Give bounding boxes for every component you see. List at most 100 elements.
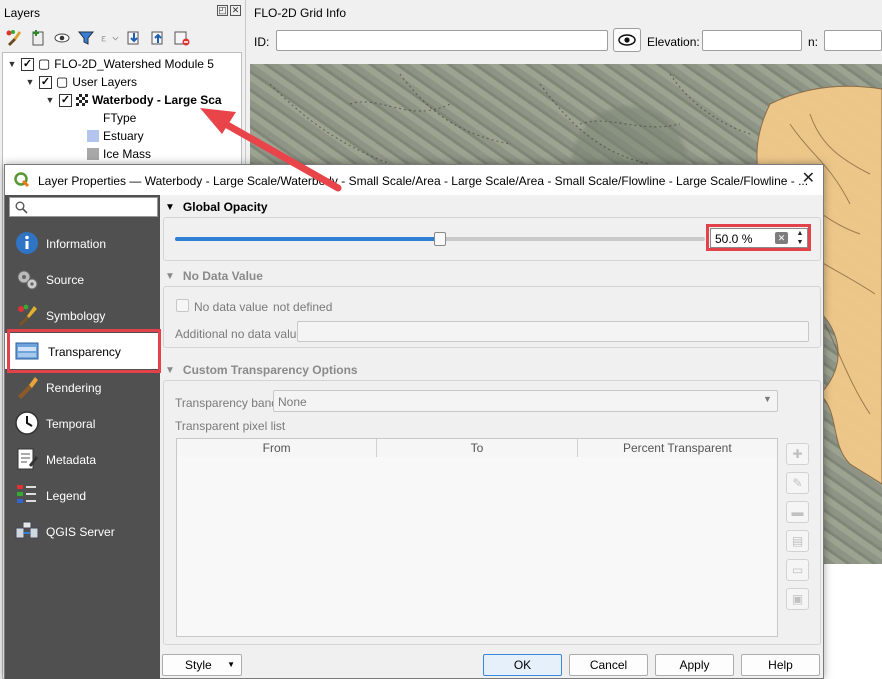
help-button[interactable]: Help	[741, 654, 820, 676]
opacity-spinbox[interactable]: 50.0 % ✕ ▲ ▼	[710, 228, 808, 248]
clear-icon[interactable]: ✕	[775, 232, 788, 244]
legend-item: Ice Mass	[87, 145, 151, 163]
collapse-arrow-icon[interactable]: ▼	[25, 77, 35, 87]
nav-item-qgis-server[interactable]: QGIS Server	[5, 513, 160, 549]
default-values-button[interactable]: ▤	[786, 530, 809, 552]
tree-node-label: Waterbody - Large Sca	[92, 93, 222, 107]
style-manager-icon[interactable]	[4, 28, 24, 48]
nav-item-metadata[interactable]: Metadata	[5, 441, 160, 477]
layer-checkbox[interactable]: ✓	[59, 93, 72, 107]
temporal-icon	[15, 411, 39, 435]
nav-item-legend[interactable]: Legend	[5, 477, 160, 513]
qgis-server-icon	[15, 521, 39, 539]
layer-checkbox[interactable]: ✓	[21, 57, 34, 71]
group-folder-icon: ▢	[38, 56, 51, 71]
ok-button[interactable]: OK	[483, 654, 562, 676]
manage-visibility-icon[interactable]	[52, 28, 72, 48]
transparency-band-value: None	[278, 395, 307, 409]
group-folder-icon: ▢	[56, 74, 69, 89]
custom-transparency-header[interactable]: ▼ Custom Transparency Options	[165, 363, 358, 377]
column-header-percent[interactable]: Percent Transparent	[578, 439, 777, 457]
source-icon	[17, 270, 38, 290]
no-data-checkbox-label: No data value	[194, 300, 269, 314]
global-opacity-header[interactable]: ▼ Global Opacity	[165, 200, 268, 214]
collapse-arrow-icon[interactable]: ▼	[45, 95, 55, 105]
legend-field-label: FType	[103, 111, 137, 125]
collapse-all-icon[interactable]	[148, 28, 168, 48]
transparency-icon	[15, 342, 39, 360]
close-panel-icon[interactable]: ✕	[230, 5, 241, 16]
import-file-button[interactable]: ▭	[786, 559, 809, 581]
nav-label: Temporal	[46, 417, 96, 431]
dialog-titlebar[interactable]: Layer Properties — Waterbody - Large Sca…	[5, 165, 823, 195]
id-field[interactable]	[276, 30, 608, 51]
legend-item: Estuary	[87, 127, 144, 145]
svg-text:ε: ε	[101, 34, 106, 45]
nav-label: Symbology	[46, 309, 106, 323]
slider-handle[interactable]	[434, 232, 446, 246]
no-data-header[interactable]: ▼ No Data Value	[165, 269, 263, 283]
section-title: Custom Transparency Options	[182, 363, 358, 377]
tree-node-label: FLO-2D_Watershed Module 5	[54, 57, 214, 71]
add-group-icon[interactable]	[28, 28, 48, 48]
tree-node-label: User Layers	[72, 75, 137, 89]
nav-label: Metadata	[46, 453, 97, 467]
nav-item-rendering[interactable]: Rendering	[5, 369, 160, 405]
nav-item-symbology[interactable]: Symbology	[5, 297, 160, 333]
close-icon[interactable]: ✕	[802, 171, 815, 187]
remove-layer-icon[interactable]	[172, 28, 192, 48]
pick-pixel-button[interactable]: ✎	[786, 472, 809, 494]
elevation-field[interactable]	[702, 30, 802, 51]
pixel-list-header: From To Percent Transparent	[176, 438, 778, 458]
transparency-band-select[interactable]: None ▼	[273, 390, 778, 412]
add-row-button[interactable]: ✚	[786, 443, 809, 465]
nav-label: Transparency	[48, 345, 121, 359]
no-data-checkbox[interactable]	[176, 299, 189, 312]
legend-swatch	[87, 148, 99, 160]
layer-checkbox[interactable]: ✓	[39, 75, 52, 89]
legend-icon	[17, 485, 36, 503]
n-field[interactable]	[824, 30, 882, 51]
slider-fill	[175, 237, 436, 241]
raster-layer-icon	[76, 94, 88, 106]
style-button[interactable]: Style ▼	[162, 654, 242, 676]
style-button-label: Style	[185, 658, 212, 672]
nav-item-transparency[interactable]: Transparency	[5, 333, 160, 369]
nav-item-source[interactable]: Source	[5, 261, 160, 297]
remove-row-button[interactable]: ▬	[786, 501, 809, 523]
tree-node-project[interactable]: ▼ ✓ ▢ FLO-2D_Watershed Module 5	[7, 55, 214, 73]
metadata-icon	[17, 448, 38, 470]
tree-node-waterbody[interactable]: ▼ ✓ Waterbody - Large Sca	[45, 91, 222, 109]
nav-item-temporal[interactable]: Temporal	[5, 405, 160, 441]
nav-label: Source	[46, 273, 85, 287]
eye-button[interactable]	[613, 28, 641, 52]
column-header-from[interactable]: From	[177, 439, 378, 457]
nav-label: QGIS Server	[46, 525, 115, 539]
pixel-list-table[interactable]	[176, 457, 778, 637]
grid-info-title: FLO-2D Grid Info	[254, 6, 347, 20]
collapse-arrow-icon: ▼	[165, 270, 175, 282]
nav-item-information[interactable]: Information	[5, 225, 160, 261]
n-label: n:	[808, 35, 819, 49]
additional-no-data-label: Additional no data value	[175, 327, 304, 341]
float-panel-icon[interactable]: ◰	[217, 5, 228, 16]
opacity-slider[interactable]	[175, 232, 705, 246]
elevation-label: Elevation:	[647, 35, 700, 49]
cancel-button[interactable]: Cancel	[569, 654, 648, 676]
sidebar-search-input[interactable]	[9, 197, 158, 217]
column-header-to[interactable]: To	[377, 439, 578, 457]
collapse-arrow-icon[interactable]: ▼	[7, 59, 17, 69]
spin-arrows-icon[interactable]: ▲ ▼	[794, 229, 806, 247]
layers-panel-title: Layers	[4, 6, 41, 20]
export-file-button[interactable]: ▣	[786, 588, 809, 610]
eye-icon	[618, 34, 636, 46]
dialog-title: Layer Properties — Waterbody - Large Sca…	[38, 174, 809, 188]
rendering-icon	[18, 377, 38, 399]
tree-node-user-layers[interactable]: ▼ ✓ ▢ User Layers	[25, 73, 137, 91]
nav-label: Rendering	[46, 381, 102, 395]
filter-legend-icon[interactable]	[76, 28, 96, 48]
filter-expression-icon[interactable]: ε	[100, 28, 120, 48]
additional-no-data-field[interactable]	[297, 321, 809, 342]
expand-all-icon[interactable]	[124, 28, 144, 48]
apply-button[interactable]: Apply	[655, 654, 734, 676]
